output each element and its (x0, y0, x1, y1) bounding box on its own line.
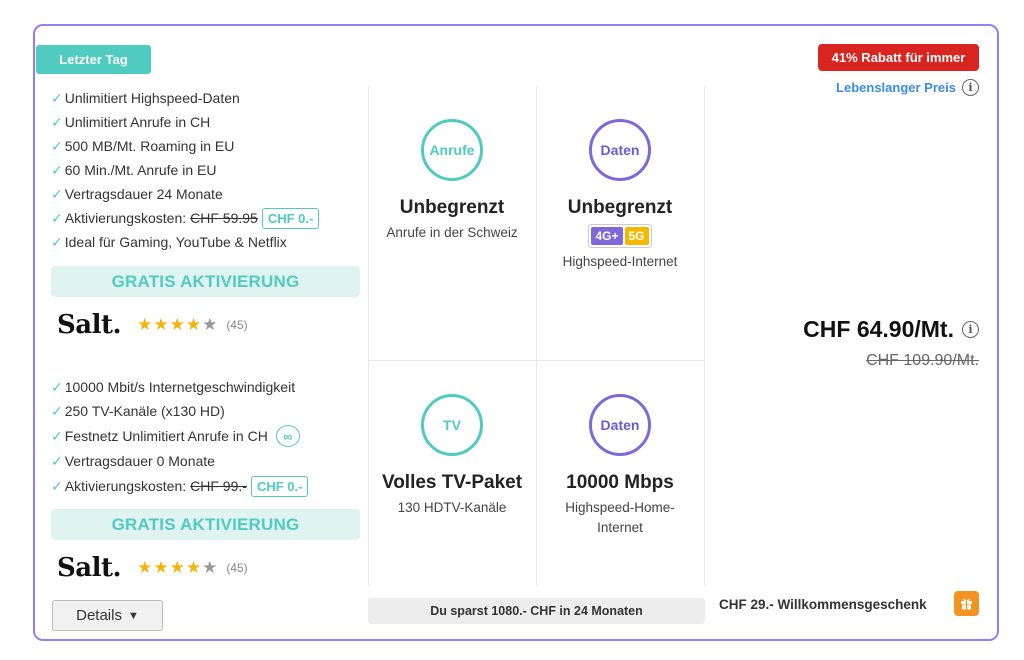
lifetime-price-label: Lebenslanger Preis (836, 80, 956, 95)
offer1-brand-rating: Salt. ★★★★★ (45) (57, 310, 248, 340)
caret-down-icon: ▼ (127, 609, 139, 622)
check-icon: ✓ (51, 378, 63, 395)
discount-badge: 41% Rabatt für immer (818, 44, 979, 71)
check-icon: ✓ (51, 161, 63, 178)
activation-new-price: CHF 0.- (261, 207, 320, 229)
tile-data: Daten Unbegrenzt 4G+ 5G Highspeed-Intern… (536, 119, 704, 272)
badge-4g: 4G+ (591, 227, 623, 245)
tile-subtitle: Highspeed-Internet (562, 254, 678, 269)
feature-item: ✓ Vertragsdauer 24 Monate (51, 185, 223, 203)
check-icon: ✓ (51, 427, 63, 444)
row-divider (368, 360, 704, 361)
salt-logo: Salt. (57, 553, 122, 583)
check-icon: ✓ (51, 477, 63, 494)
tv-icon: TV (421, 394, 483, 456)
feature-item: ✓ Vertragsdauer 0 Monate (51, 452, 215, 470)
welcome-gift-label: CHF 29.- Willkommensgeschenk (719, 597, 927, 612)
star-icon: ★ (137, 315, 154, 334)
tile-title: Volles TV-Paket (381, 472, 523, 493)
feature-item: ✓ Unlimitiert Highspeed-Daten (51, 89, 240, 107)
badge-5g: 5G (624, 227, 649, 245)
activation-old-price: CHF 59.95 (190, 210, 258, 226)
check-icon: ✓ (51, 209, 63, 226)
price-current: CHF 64.90/Mt. i (803, 316, 979, 343)
feature-item: ✓ 500 MB/Mt. Roaming in EU (51, 137, 235, 155)
review-count: (45) (226, 561, 248, 575)
star-icon: ★ (153, 558, 170, 577)
tile-title: Unbegrenzt (567, 197, 673, 218)
check-icon: ✓ (51, 452, 63, 469)
feature-item: ✓ Unlimitiert Anrufe in CH (51, 113, 211, 131)
star-icon: ★ (153, 315, 170, 334)
tile-tv: TV Volles TV-Paket 130 HDTV-Kanäle (368, 394, 536, 518)
rating-stars: ★★★★★ (137, 558, 218, 578)
tile-home-internet: Daten 10000 Mbps Highspeed-Home-Internet (536, 394, 704, 538)
tile-subtitle: Highspeed-Home-Internet (565, 500, 675, 535)
info-icon[interactable]: i (962, 321, 979, 338)
price-current-value: CHF 64.90/Mt. (803, 316, 954, 342)
tile-title: 10000 Mbps (566, 472, 674, 493)
offer1-gratis-activation: GRATIS AKTIVIERUNG (51, 266, 360, 297)
check-icon: ✓ (51, 402, 63, 419)
star-icon: ★ (185, 558, 203, 577)
feature-item-activation: ✓ Aktivierungskosten: CHF 99.- CHF 0.- (51, 473, 361, 499)
feature-item: ✓ 250 TV-Kanäle (x130 HD) (51, 402, 225, 420)
tile-subtitle: Anrufe in der Schweiz (386, 225, 518, 240)
calls-icon: Anrufe (421, 119, 483, 181)
offer2-brand-rating: Salt. ★★★★★ (45) (57, 553, 248, 583)
details-label: Details (76, 607, 122, 624)
gift-icon[interactable] (954, 591, 979, 616)
savings-banner: Du sparst 1080.- CHF in 24 Monaten (368, 598, 705, 624)
star-icon: ★ (185, 315, 203, 334)
network-badges: 4G+ 5G (588, 224, 652, 248)
tile-calls: Anrufe Unbegrenzt Anrufe in der Schweiz (368, 119, 536, 243)
check-icon: ✓ (51, 89, 63, 106)
star-icon: ★ (137, 558, 154, 577)
rating-stars: ★★★★★ (137, 315, 218, 335)
salt-logo: Salt. (57, 310, 122, 340)
last-day-badge: Letzter Tag (36, 45, 151, 74)
infinity-icon: ∞ (275, 425, 300, 447)
activation-old-price: CHF 99.- (190, 478, 247, 494)
tile-title: Unbegrenzt (399, 197, 505, 218)
activation-new-price: CHF 0.- (250, 475, 309, 497)
price-old: CHF 109.90/Mt. (866, 352, 979, 369)
offer-card: Letzter Tag 41% Rabatt für immer Lebensl… (33, 24, 999, 641)
details-button[interactable]: Details ▼ (52, 600, 163, 631)
info-icon[interactable]: i (962, 79, 979, 96)
review-count: (45) (226, 318, 248, 332)
data-icon: Daten (589, 394, 651, 456)
column-divider (704, 86, 705, 586)
feature-item: ✓ 10000 Mbit/s Internetgeschwindigkeit (51, 378, 296, 396)
feature-item: ✓ Festnetz Unlimitiert Anrufe in CH ∞ (51, 423, 361, 449)
feature-item: ✓ Ideal für Gaming, YouTube & Netflix (51, 233, 287, 251)
data-icon: Daten (589, 119, 651, 181)
offer2-feature-list: ✓ 10000 Mbit/s Internetgeschwindigkeit ✓ 2… (51, 375, 361, 499)
tile-subtitle: 130 HDTV-Kanäle (397, 500, 507, 515)
check-icon: ✓ (51, 137, 63, 154)
feature-item-activation: ✓ Aktivierungskosten: CHF 59.95 CHF 0.- (51, 206, 361, 230)
star-icon: ★ (202, 315, 219, 334)
star-icon: ★ (169, 315, 186, 334)
feature-item: ✓ 60 Min./Mt. Anrufe in EU (51, 161, 217, 179)
offer1-feature-list: ✓ Unlimitiert Highspeed-Daten ✓ Unlimitier… (51, 86, 361, 254)
offer2-gratis-activation: GRATIS AKTIVIERUNG (51, 509, 360, 540)
check-icon: ✓ (51, 185, 63, 202)
star-icon: ★ (202, 558, 219, 577)
check-icon: ✓ (51, 233, 63, 250)
check-icon: ✓ (51, 113, 63, 130)
lifetime-price-link[interactable]: Lebenslanger Preis i (836, 79, 979, 96)
star-icon: ★ (169, 558, 186, 577)
